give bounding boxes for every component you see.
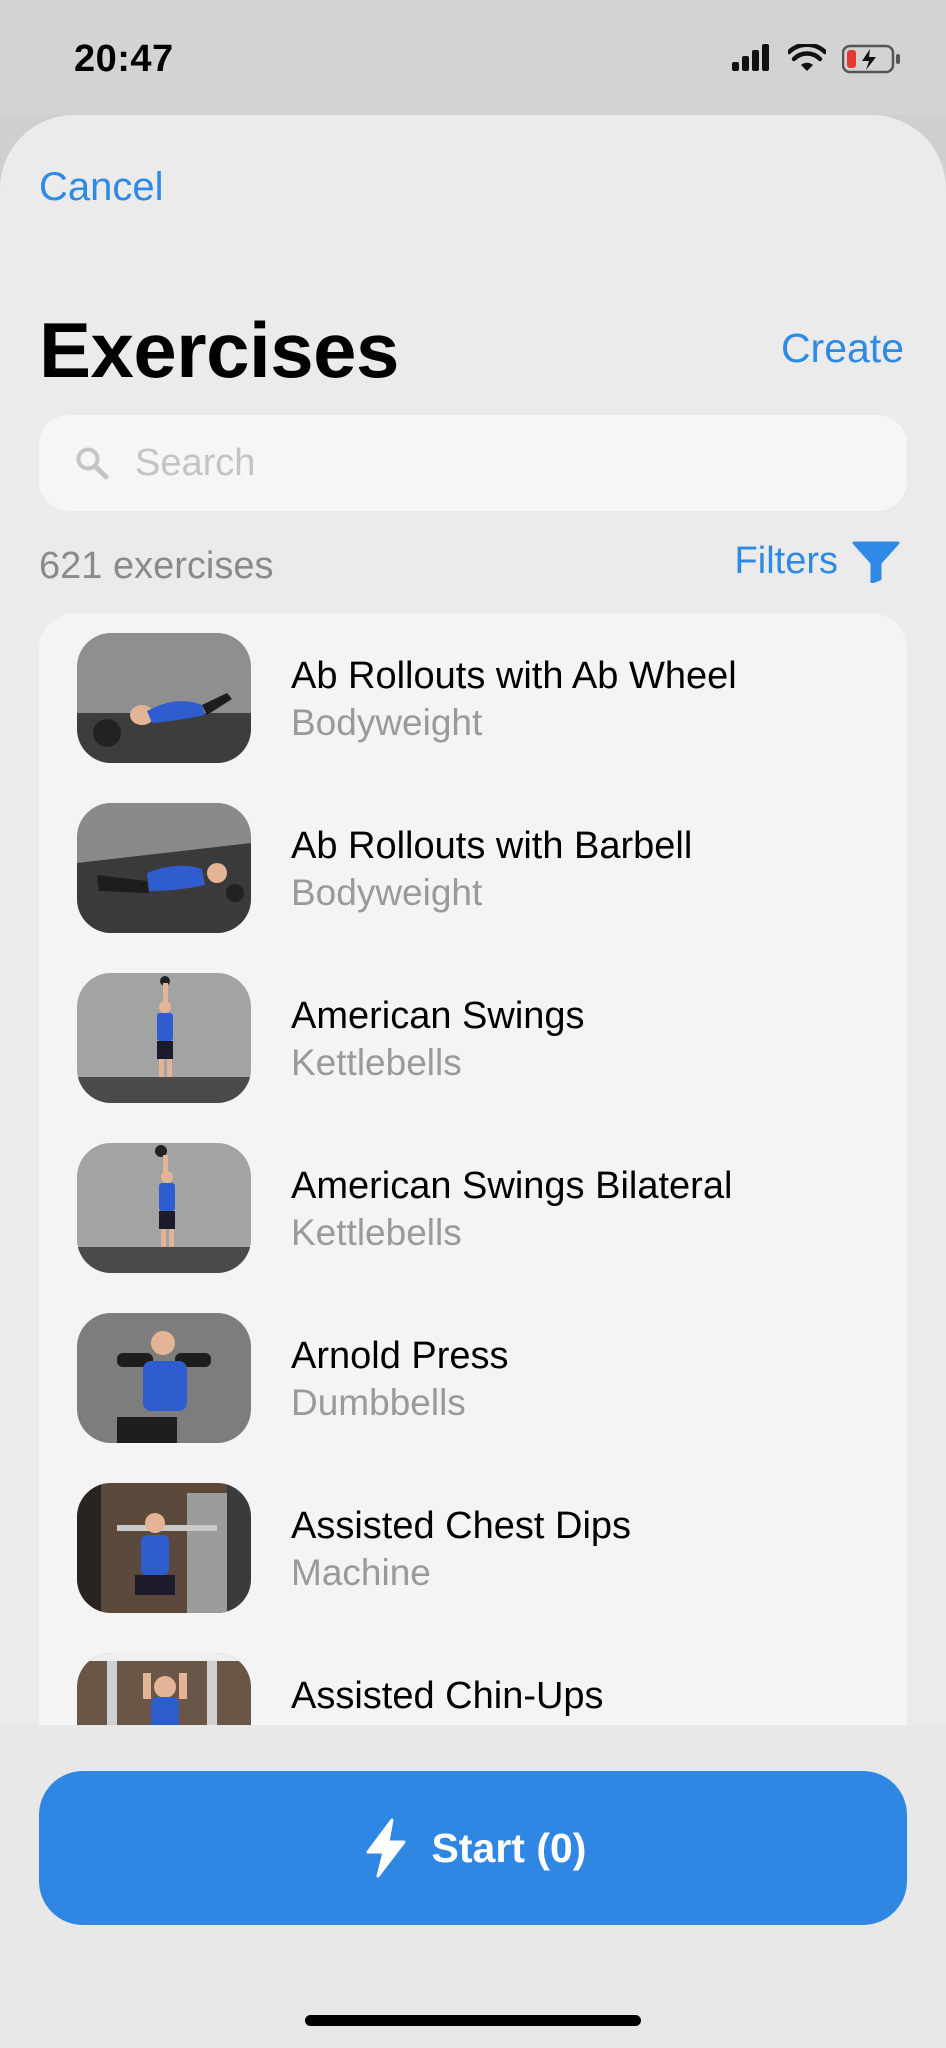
exercise-thumbnail — [77, 633, 251, 763]
exercise-category: Kettlebells — [291, 1212, 462, 1253]
signal-icon — [732, 44, 769, 71]
exercise-thumbnail — [77, 1143, 251, 1273]
exercise-thumbnail — [77, 803, 251, 933]
create-button[interactable]: Create — [781, 325, 904, 372]
exercise-category: Bodyweight — [291, 702, 483, 743]
list-item[interactable]: American Swings Kettlebells — [39, 953, 907, 1123]
exercise-text: Ab Rollouts with Barbell Bodyweight — [291, 823, 692, 917]
list-item[interactable]: Ab Rollouts with Barbell Bodyweight — [39, 783, 907, 953]
exercise-name: Assisted Chin-Ups — [291, 1675, 604, 1717]
exercise-thumbnail — [77, 1313, 251, 1443]
exercise-text: Ab Rollouts with Ab Wheel Bodyweight — [291, 653, 737, 747]
exercise-name: Ab Rollouts with Ab Wheel — [291, 655, 737, 697]
filter-icon — [852, 541, 900, 583]
exercise-text: Assisted Chest Dips Machine — [291, 1503, 631, 1597]
exercise-name: American Swings Bilateral — [291, 1165, 733, 1207]
battery-icon — [842, 44, 900, 74]
exercise-text: American Swings Bilateral Kettlebells — [291, 1163, 732, 1257]
filters-label: Filters — [734, 540, 838, 582]
exercise-thumbnail — [77, 1483, 251, 1613]
start-button-label: Start (0) — [431, 1824, 587, 1871]
exercise-text: Arnold Press Dumbbells — [291, 1333, 509, 1427]
list-item[interactable]: Assisted Chest Dips Machine — [39, 1463, 907, 1633]
exercise-thumbnail — [77, 973, 251, 1103]
list-item[interactable]: American Swings Bilateral Kettlebells — [39, 1123, 907, 1293]
exercise-picker-sheet: Cancel Exercises Create 621 exercises Fi… — [0, 115, 946, 2048]
status-bar: 20:47 — [0, 0, 946, 115]
list-item[interactable]: Arnold Press Dumbbells — [39, 1293, 907, 1463]
status-icons — [732, 44, 902, 74]
home-indicator — [305, 2015, 641, 2026]
cancel-button[interactable]: Cancel — [39, 165, 164, 210]
status-time: 20:47 — [74, 38, 174, 80]
search-input[interactable] — [133, 440, 897, 486]
exercise-name: Ab Rollouts with Barbell — [291, 825, 693, 867]
exercise-count: 621 exercises — [39, 545, 274, 587]
exercise-category: Kettlebells — [291, 1042, 462, 1083]
start-workout-button[interactable]: Start (0) — [39, 1771, 907, 1925]
exercise-category: Bodyweight — [291, 872, 483, 913]
exercise-text: American Swings Kettlebells — [291, 993, 585, 1087]
exercise-category: Dumbbells — [291, 1382, 466, 1423]
list-item[interactable]: Ab Rollouts with Ab Wheel Bodyweight — [39, 613, 907, 783]
exercise-name: American Swings — [291, 995, 585, 1037]
page-title: Exercises — [39, 306, 399, 394]
search-bar[interactable] — [39, 415, 907, 511]
exercise-text: Assisted Chin-Ups — [291, 1673, 604, 1719]
exercise-category: Machine — [291, 1552, 431, 1593]
exercise-name: Arnold Press — [291, 1335, 509, 1377]
filters-button[interactable]: Filters — [735, 540, 900, 583]
search-icon — [76, 447, 109, 480]
wifi-icon — [788, 44, 826, 71]
exercise-name: Assisted Chest Dips — [291, 1505, 632, 1547]
lightning-icon — [366, 1818, 406, 1878]
